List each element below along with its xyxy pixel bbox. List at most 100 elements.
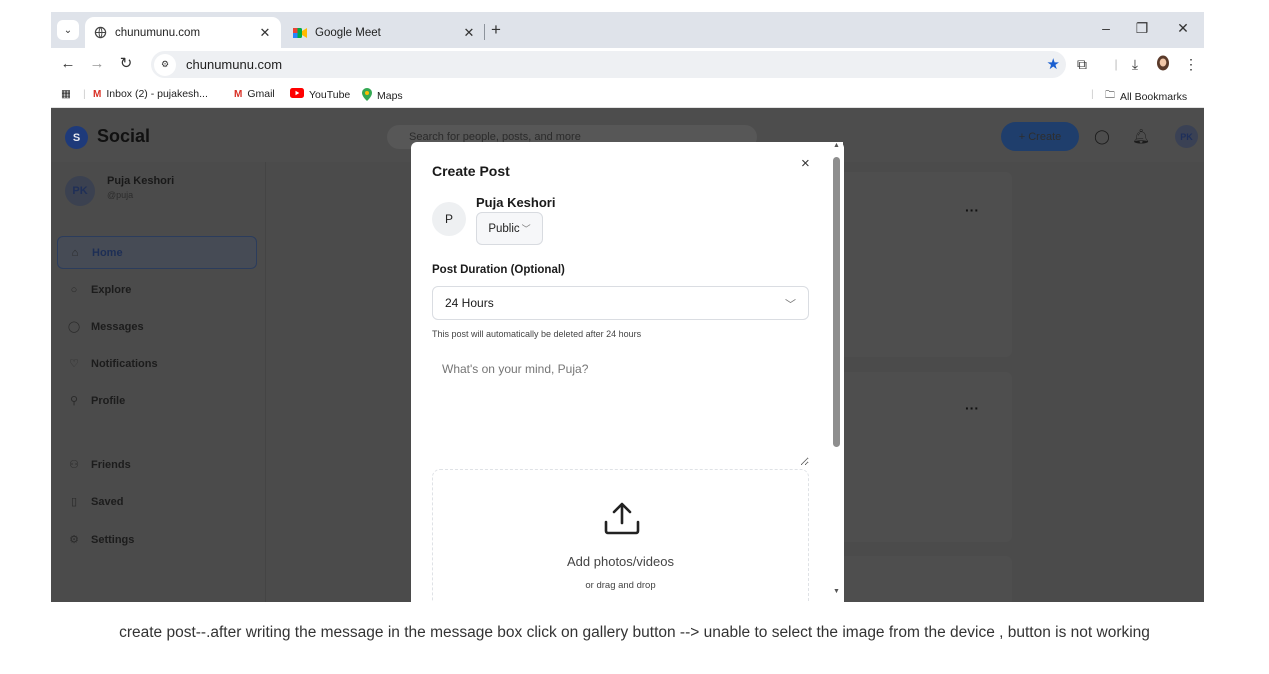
sidebar-item-label: Messages: [91, 320, 144, 333]
tab-close-icon[interactable]: ✕: [461, 25, 477, 41]
avatar[interactable]: PK: [1175, 125, 1198, 148]
bookmarks-bar: ▦ | M Inbox (2) - pujakesh... M Gmail Yo…: [51, 81, 1204, 108]
more-options-icon[interactable]: ···: [965, 202, 979, 218]
tab-close-icon[interactable]: ✕: [257, 25, 273, 41]
profile-handle: @puja: [107, 190, 134, 200]
tab-search-button[interactable]: ⌄: [57, 20, 79, 40]
app-name: Social: [97, 126, 151, 146]
bookmark-youtube[interactable]: YouTube: [290, 88, 350, 101]
url-text: chunumunu.com: [186, 57, 283, 72]
sidebar-item-label: Home: [92, 246, 123, 259]
back-icon[interactable]: ←: [59, 55, 77, 73]
heart-icon: ♡: [69, 358, 79, 370]
create-button[interactable]: + Create: [1001, 122, 1079, 151]
bug-caption: create post--.after writing the message …: [119, 624, 1150, 641]
globe-icon: [93, 26, 107, 40]
new-tab-icon[interactable]: +: [491, 20, 501, 40]
bookmark-gmail[interactable]: M Gmail: [234, 88, 275, 100]
more-options-icon[interactable]: ···: [965, 400, 979, 416]
sidebar-item-label: Explore: [91, 283, 132, 296]
sidebar-item-messages[interactable]: ◯ Messages: [57, 310, 257, 343]
all-bookmarks-label: All Bookmarks: [1120, 90, 1188, 103]
sidebar-item-explore[interactable]: ○ Explore: [57, 273, 257, 306]
bell-icon[interactable]: 🔔︎: [1132, 128, 1150, 145]
bookmark-star-icon[interactable]: ★: [1047, 55, 1060, 73]
scroll-thumb[interactable]: [833, 157, 840, 447]
bookmark-maps[interactable]: Maps: [362, 88, 403, 104]
profile-name: Puja Keshori: [107, 175, 175, 187]
modal-scrollbar[interactable]: ▲ ▼: [831, 142, 843, 602]
modal-title: Create Post: [432, 163, 510, 179]
bookmark-divider: |: [83, 88, 86, 100]
upload-icon: [604, 502, 640, 535]
gmail-icon: M: [93, 88, 102, 100]
toolbar-divider: |: [1114, 57, 1118, 71]
duration-select[interactable]: 24 Hours ﹀: [432, 286, 809, 320]
bookmark-icon: ▯: [70, 496, 78, 508]
sidebar-item-profile[interactable]: ⚲ Profile: [57, 384, 257, 417]
bookmark-label: Maps: [377, 90, 403, 102]
sidebar: PK Puja Keshori @puja ⌂ Home ○ Explore ◯…: [51, 162, 266, 602]
users-icon: ⚇: [69, 459, 79, 471]
scroll-up-icon[interactable]: ▲: [833, 142, 840, 149]
message-input[interactable]: [432, 356, 809, 466]
duration-help-text: This post will automatically be deleted …: [432, 329, 642, 339]
duration-label: Post Duration (Optional): [432, 264, 565, 276]
bookmark-label: Gmail: [247, 88, 275, 100]
sidebar-item-home[interactable]: ⌂ Home: [57, 236, 257, 269]
logo-icon: S: [65, 126, 88, 149]
folder-icon: 🗀: [1105, 90, 1115, 101]
duration-value: 24 Hours: [445, 296, 494, 310]
forward-icon[interactable]: →: [88, 55, 106, 73]
window-close-icon[interactable]: ✕: [1173, 20, 1193, 37]
home-icon: ⌂: [71, 246, 79, 259]
sidebar-item-saved[interactable]: ▯ Saved: [57, 485, 257, 518]
reload-icon[interactable]: ↻: [117, 55, 135, 73]
create-post-modal: Create Post × P Puja Keshori Public ﹀ Po…: [411, 142, 844, 602]
meet-icon: [293, 26, 307, 40]
sidebar-item-label: Saved: [91, 495, 124, 508]
sidebar-item-label: Profile: [91, 394, 126, 407]
apps-icon[interactable]: ▦: [61, 88, 71, 100]
download-icon[interactable]: ⤓: [1125, 55, 1145, 73]
minimize-icon[interactable]: –: [1096, 20, 1116, 36]
messages-icon[interactable]: ◯: [1093, 128, 1111, 145]
menu-icon[interactable]: ⋮: [1181, 55, 1201, 73]
sidebar-item-settings[interactable]: ⚙ Settings: [57, 523, 257, 556]
restore-icon[interactable]: ❐: [1132, 20, 1152, 37]
gmail-icon: M: [234, 88, 243, 100]
sidebar-item-label: Notifications: [91, 357, 158, 370]
address-bar[interactable]: ⚙ chunumunu.com ★: [151, 51, 1066, 78]
user-icon: ⚲: [69, 395, 79, 407]
tab-title: Google Meet: [315, 26, 381, 39]
visibility-dropdown[interactable]: Public ﹀: [476, 212, 543, 245]
extensions-icon[interactable]: ⧉: [1072, 55, 1092, 73]
scroll-down-icon[interactable]: ▼: [833, 588, 840, 595]
bookmark-label: Inbox (2) - pujakesh...: [106, 88, 208, 100]
all-bookmarks[interactable]: 🗀 All Bookmarks: [1105, 88, 1187, 105]
upload-subtitle: or drag and drop: [585, 580, 656, 591]
tab-title: chunumunu.com: [115, 26, 201, 39]
tab-separator: [484, 24, 485, 40]
bookmark-inbox[interactable]: M Inbox (2) - pujakesh...: [93, 88, 208, 100]
visibility-label: Public: [488, 222, 520, 235]
profile-avatar[interactable]: PK: [65, 176, 95, 206]
gear-icon: ⚙: [69, 534, 79, 546]
tab-chunumunu[interactable]: chunumunu.com ✕: [85, 17, 281, 48]
browser-window: ⌄ chunumunu.com ✕ Google Meet ✕ + – ❐ ✕ …: [51, 12, 1204, 602]
upload-title: Add photos/videos: [567, 554, 674, 569]
youtube-icon: [290, 88, 304, 101]
sidebar-item-friends[interactable]: ⚇ Friends: [57, 448, 257, 481]
site-info-icon[interactable]: ⚙: [154, 53, 176, 76]
bookmark-label: YouTube: [309, 88, 351, 101]
maps-icon: [362, 88, 372, 104]
chevron-down-icon: ﹀: [785, 299, 796, 311]
media-upload-dropzone[interactable]: Add photos/videos or drag and drop: [432, 469, 809, 602]
tab-strip: ⌄ chunumunu.com ✕ Google Meet ✕ + – ❐ ✕: [51, 12, 1204, 48]
sidebar-item-notifications[interactable]: ♡ Notifications: [57, 347, 257, 380]
close-icon[interactable]: ×: [801, 155, 810, 172]
profile-avatar-icon[interactable]: [1153, 55, 1173, 75]
tab-google-meet[interactable]: Google Meet ✕: [285, 17, 485, 48]
chevron-down-icon: ﹀: [521, 224, 531, 234]
browser-toolbar: ← → ↻ ⚙ chunumunu.com ★ ⧉ | ⤓ ⋮: [51, 48, 1204, 81]
